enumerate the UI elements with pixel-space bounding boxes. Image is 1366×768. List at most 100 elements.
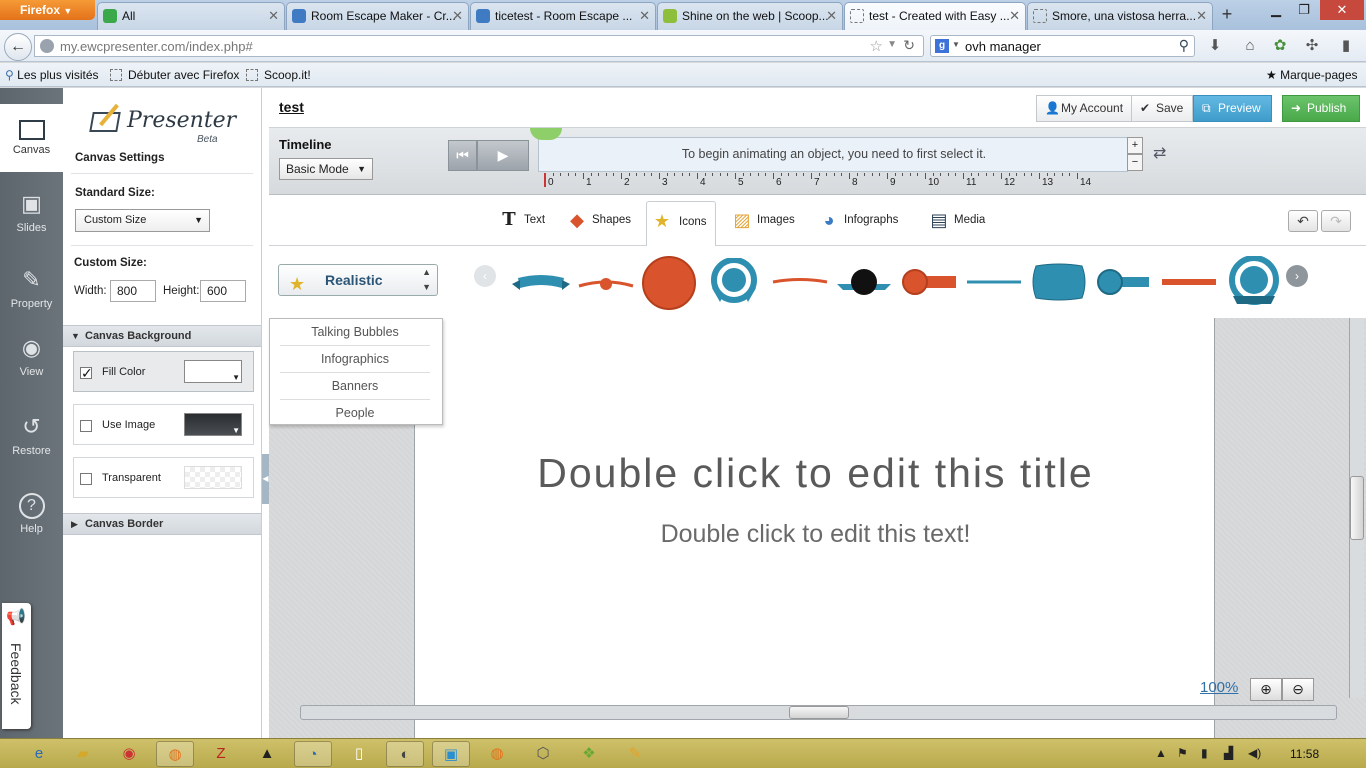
- close-icon[interactable]: ✕: [452, 3, 463, 29]
- url-bar[interactable]: my.ewcpresenter.com/index.php# ☆ ▼ ↻: [34, 35, 924, 57]
- firefox-alt-icon[interactable]: ◍: [478, 741, 516, 767]
- orange-bar-sticker[interactable]: [1160, 277, 1218, 287]
- app-icon[interactable]: ❖: [570, 741, 608, 767]
- tool-media[interactable]: ▤ Media: [928, 195, 985, 246]
- category-people[interactable]: People: [280, 400, 430, 427]
- teal-badge-sticker[interactable]: [706, 258, 762, 308]
- rail-restore[interactable]: ↺ Restore: [0, 403, 63, 475]
- publish-button[interactable]: ➜ Publish: [1282, 95, 1360, 122]
- download-icon[interactable]: ⬇: [1205, 37, 1225, 57]
- category-infographics[interactable]: Infographics: [280, 346, 430, 373]
- search-input[interactable]: ovh manager: [965, 39, 1041, 54]
- horizontal-scroll-thumb[interactable]: [789, 706, 849, 719]
- minimize-icon[interactable]: ▁: [1262, 0, 1290, 20]
- menu-icon[interactable]: ▮: [1336, 37, 1356, 57]
- tool-infographs[interactable]: ◕ Infographs: [818, 195, 899, 246]
- icon-category-select[interactable]: ★ Realistic ▲ ▼: [278, 264, 438, 296]
- network-icon[interactable]: ▟: [1224, 746, 1233, 760]
- teal-ring-badge-sticker[interactable]: [1225, 256, 1283, 312]
- canvas-background-header[interactable]: ▼ Canvas Background: [63, 325, 261, 347]
- canvas-body-text[interactable]: Double click to edit this text!: [415, 520, 1216, 549]
- twitter-icon[interactable]: ▣: [432, 741, 470, 767]
- tab-room-escape-maker[interactable]: Room Escape Maker - Cr... ✕: [286, 2, 469, 30]
- black-circle-ribbon-sticker[interactable]: [835, 262, 893, 302]
- timeline-mode-select[interactable]: Basic Mode ▼: [279, 158, 373, 180]
- bookmarks-menu[interactable]: ★ Marque-pages: [1266, 68, 1358, 82]
- canvas-border-header[interactable]: ▶ Canvas Border: [63, 513, 261, 535]
- transparent-option[interactable]: Transparent: [73, 457, 254, 498]
- orange-pin-ribbon-sticker[interactable]: [577, 274, 635, 294]
- document-icon[interactable]: ▯: [340, 741, 378, 767]
- height-input[interactable]: 600: [200, 280, 246, 302]
- volume-icon[interactable]: ◀): [1248, 746, 1261, 760]
- paint-icon[interactable]: ✎: [616, 741, 654, 767]
- close-icon[interactable]: ✕: [639, 3, 650, 29]
- close-icon[interactable]: ✕: [826, 3, 837, 29]
- close-icon[interactable]: ✕: [268, 3, 279, 29]
- horizontal-scrollbar[interactable]: [300, 705, 1337, 720]
- inkscape-icon[interactable]: ▲: [248, 741, 286, 767]
- zoom-in-button[interactable]: ⊕: [1250, 678, 1282, 701]
- bookmark-star-icon[interactable]: ☆: [870, 37, 883, 55]
- new-tab-button[interactable]: +: [1214, 3, 1240, 27]
- fill-color-option[interactable]: ✓ Fill Color ▼: [73, 351, 254, 392]
- fill-color-swatch[interactable]: ▼: [184, 360, 242, 383]
- tab-all[interactable]: All ✕: [97, 2, 285, 30]
- engine-dropdown-icon[interactable]: ▼: [952, 40, 960, 49]
- fill-color-checkbox[interactable]: ✓: [80, 366, 93, 380]
- width-input[interactable]: 800: [110, 280, 156, 302]
- tool-text[interactable]: T Text: [498, 195, 545, 246]
- home-icon[interactable]: ⌂: [1240, 37, 1260, 57]
- rail-help[interactable]: ? Help: [0, 483, 63, 555]
- close-icon[interactable]: ✕: [1009, 3, 1020, 29]
- timeline-zoom-in-button[interactable]: +: [1127, 137, 1143, 154]
- thunderbird-icon[interactable]: ◔: [294, 741, 332, 767]
- filezilla-icon[interactable]: Z: [202, 741, 240, 767]
- back-button[interactable]: ←: [4, 33, 32, 61]
- document-title[interactable]: test: [279, 99, 304, 115]
- explorer-folder-icon[interactable]: ▰: [64, 741, 102, 767]
- save-button[interactable]: ✔ Save: [1131, 95, 1193, 122]
- rail-slides[interactable]: ▣ Slides: [0, 180, 63, 252]
- reload-icon[interactable]: ↻: [903, 37, 915, 54]
- bookmark-getting-started[interactable]: Débuter avec Firefox: [110, 68, 239, 82]
- teal-tag-sticker[interactable]: [1095, 269, 1153, 295]
- rewind-button[interactable]: ⏮: [448, 140, 477, 171]
- url-history-dropdown-icon[interactable]: ▼: [887, 39, 897, 50]
- zoom-level[interactable]: 100%: [1200, 679, 1238, 696]
- teal-ribbon-sticker[interactable]: [512, 272, 570, 294]
- battery-icon[interactable]: ▮: [1201, 746, 1208, 760]
- category-talking-bubbles[interactable]: Talking Bubbles: [280, 319, 430, 346]
- use-image-checkbox[interactable]: [80, 420, 92, 432]
- orange-tag-sticker[interactable]: [900, 269, 958, 295]
- play-button[interactable]: ▶: [477, 140, 529, 171]
- tool-images[interactable]: ▨ Images: [731, 195, 794, 246]
- search-icon[interactable]: ⚲: [1179, 37, 1189, 54]
- rail-property[interactable]: ✎ Property: [0, 256, 63, 328]
- rail-view[interactable]: ◉ View: [0, 324, 63, 396]
- category-banners[interactable]: Banners: [280, 373, 430, 400]
- ie-icon[interactable]: e: [20, 741, 58, 767]
- puzzle-icon[interactable]: ✣: [1302, 37, 1322, 57]
- loop-icon[interactable]: ⇄: [1153, 143, 1166, 163]
- redo-button[interactable]: ↷: [1321, 210, 1351, 232]
- zoom-out-button[interactable]: ⊖: [1282, 678, 1314, 701]
- chrome-icon[interactable]: ◉: [110, 741, 148, 767]
- tab-smore[interactable]: Smore, una vistosa herra... ✕: [1027, 2, 1213, 30]
- bookmark-scoopit[interactable]: Scoop.it!: [246, 68, 311, 82]
- slide-canvas[interactable]: Double click to edit this title Double c…: [414, 318, 1215, 738]
- flag-icon[interactable]: ⚑: [1177, 746, 1188, 760]
- use-image-option[interactable]: Use Image ▼: [73, 404, 254, 445]
- timeline-track[interactable]: To begin animating an object, you need t…: [538, 137, 1128, 172]
- vertical-scroll-thumb[interactable]: [1350, 476, 1364, 540]
- collapse-panel-handle[interactable]: ◀: [262, 454, 269, 504]
- standard-size-select[interactable]: Custom Size ▼: [75, 209, 210, 232]
- feedback-tab[interactable]: 📢 Feedback: [2, 603, 31, 729]
- rail-canvas[interactable]: Canvas: [0, 104, 63, 172]
- firefox-menu-button[interactable]: Firefox ▼: [0, 0, 95, 20]
- google-icon[interactable]: g: [935, 39, 949, 53]
- maximize-icon[interactable]: ❐: [1290, 0, 1318, 20]
- preview-button[interactable]: ⧉ Preview: [1193, 95, 1272, 122]
- gallery-next-button[interactable]: ›: [1286, 265, 1308, 287]
- close-icon[interactable]: ✕: [1196, 3, 1207, 29]
